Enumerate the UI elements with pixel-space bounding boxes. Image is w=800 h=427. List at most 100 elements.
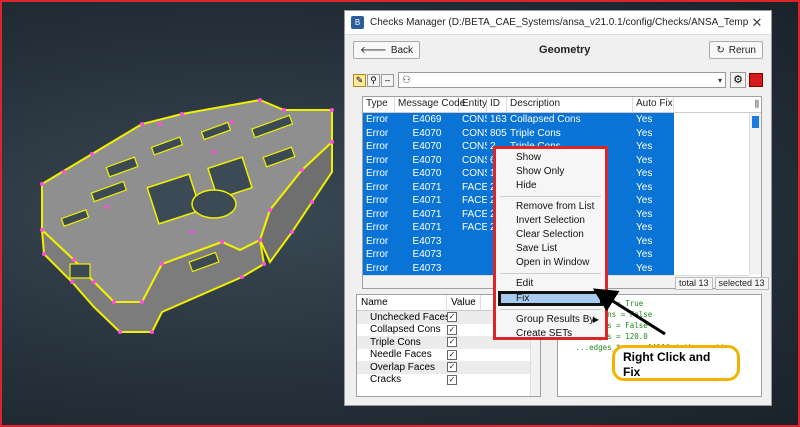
cell-type: Error bbox=[366, 181, 389, 193]
page-title: Geometry bbox=[539, 44, 591, 56]
menu-item-show-only[interactable]: Show Only bbox=[496, 165, 605, 179]
search-input[interactable]: ⚇ ▾ bbox=[398, 72, 726, 88]
column-header-type[interactable]: Type bbox=[363, 97, 395, 112]
context-menu: Show Show Only Hide Remove from List Inv… bbox=[493, 146, 608, 340]
table-row[interactable]: Error E4069 CONS163Collapsed Cons Yes bbox=[363, 113, 674, 127]
checkbox[interactable]: ✓ bbox=[447, 349, 457, 360]
magnifier-icon[interactable]: ⚲ bbox=[367, 73, 380, 87]
gear-icon[interactable]: ⚙ bbox=[730, 72, 746, 88]
cell-fix: Yes bbox=[636, 262, 653, 274]
cell-type: Error bbox=[366, 168, 389, 179]
menu-item-clear-selection[interactable]: Clear Selection bbox=[496, 228, 605, 242]
status-bar: total 13 selected 13 bbox=[675, 277, 769, 290]
check-name: Collapsed Cons bbox=[370, 324, 441, 336]
column-chooser-icon[interactable]: ⫼ bbox=[755, 99, 759, 110]
search-person-icon: ⚇ bbox=[402, 74, 411, 86]
cell-type: Error bbox=[366, 195, 389, 206]
cell-entity: FACE bbox=[462, 181, 487, 193]
cell-code: E4070 bbox=[412, 141, 442, 152]
cell-code: E4070 bbox=[412, 127, 442, 139]
cell-entity bbox=[459, 248, 487, 262]
chevron-down-icon[interactable]: ▾ bbox=[718, 76, 722, 85]
cell-entity: CONS bbox=[462, 127, 487, 139]
column-header-description[interactable]: Description bbox=[507, 97, 633, 112]
refresh-icon: ↻ bbox=[716, 44, 725, 56]
submenu-arrow-icon: ▶ bbox=[592, 315, 599, 324]
total-count: total 13 bbox=[675, 277, 713, 290]
menu-item-create-sets[interactable]: Create SETs bbox=[496, 327, 605, 341]
cell-id: 805 bbox=[490, 127, 507, 139]
pencil-icon[interactable]: ✎ bbox=[353, 73, 366, 87]
cell-fix: Yes bbox=[636, 181, 653, 193]
cell-fix: Yes bbox=[636, 154, 653, 166]
color-swatch-button[interactable] bbox=[749, 73, 763, 87]
cell-type: Error bbox=[366, 127, 389, 139]
cell-code: E4071 bbox=[412, 181, 442, 193]
menu-item-hide[interactable]: Hide bbox=[496, 179, 605, 193]
list-item[interactable]: Needle Faces ✓ bbox=[357, 349, 540, 362]
cell-entity: CONS bbox=[462, 154, 487, 166]
menu-item-open-in-window[interactable]: Open in Window bbox=[496, 256, 605, 270]
checkbox[interactable]: ✓ bbox=[447, 362, 457, 373]
column-header-value[interactable]: Value bbox=[447, 295, 481, 310]
cell-type: Error bbox=[366, 141, 389, 152]
cell-fix: Yes bbox=[636, 249, 653, 260]
back-button-label: Back bbox=[390, 44, 414, 56]
column-header-id[interactable]: ID bbox=[487, 97, 507, 112]
arrow-left-icon: 🡐 bbox=[360, 45, 387, 56]
column-header-auto-fix[interactable]: Auto Fix bbox=[633, 97, 674, 112]
cell-desc: Collapsed Cons bbox=[510, 114, 581, 125]
menu-item-invert-selection[interactable]: Invert Selection bbox=[496, 214, 605, 228]
cell-code: E4073 bbox=[412, 235, 442, 247]
cell-id: 163 bbox=[490, 114, 507, 125]
checkbox[interactable]: ✓ bbox=[447, 374, 457, 385]
cell-type: Error bbox=[366, 114, 389, 125]
checkbox[interactable]: ✓ bbox=[447, 312, 457, 323]
cell-fix: Yes bbox=[636, 114, 653, 125]
cell-fix: Yes bbox=[636, 235, 653, 247]
checkbox[interactable]: ✓ bbox=[447, 324, 457, 335]
window-title: Checks Manager (D:/BETA_CAE_Systems/ansa… bbox=[370, 17, 749, 28]
menu-item-remove-from-list[interactable]: Remove from List bbox=[496, 200, 605, 214]
checkbox[interactable]: ✓ bbox=[447, 337, 457, 348]
rerun-button[interactable]: ↻ Rerun bbox=[709, 41, 763, 59]
column-header-name[interactable]: Name bbox=[357, 295, 447, 310]
minus-icon[interactable]: ‒ bbox=[381, 73, 394, 87]
table-row[interactable]: Error E4070 CONS805Triple Cons Yes bbox=[363, 126, 674, 140]
vertical-scrollbar[interactable] bbox=[749, 113, 761, 275]
menu-item-show[interactable]: Show bbox=[496, 151, 605, 165]
menu-separator bbox=[500, 196, 601, 197]
list-item[interactable]: Cracks ✓ bbox=[357, 374, 540, 387]
column-header-message-code[interactable]: Message Code bbox=[395, 97, 465, 112]
title-bar[interactable]: B Checks Manager (D:/BETA_CAE_Systems/an… bbox=[345, 11, 771, 35]
menu-item-fix[interactable]: Fix bbox=[498, 291, 603, 306]
menu-item-save-list[interactable]: Save List bbox=[496, 242, 605, 256]
check-name: Needle Faces bbox=[370, 349, 432, 361]
rerun-button-label: Rerun bbox=[728, 44, 756, 56]
scrollbar-thumb[interactable] bbox=[752, 116, 759, 128]
check-name: Triple Cons bbox=[370, 336, 421, 348]
cell-type: Error bbox=[366, 262, 389, 274]
table-header: Type Message Code Entity ID Description … bbox=[363, 97, 761, 113]
list-item[interactable]: Overlap Faces ✓ bbox=[357, 361, 540, 374]
column-header-entity[interactable]: Entity bbox=[459, 97, 487, 112]
cell-type: Error bbox=[366, 222, 389, 233]
menu-separator bbox=[500, 309, 601, 310]
navigation-bar: 🡐 Back Geometry ↻ Rerun bbox=[345, 35, 771, 65]
close-icon[interactable]: ✕ bbox=[749, 15, 765, 31]
menu-item-edit[interactable]: Edit bbox=[496, 277, 605, 291]
check-name: Overlap Faces bbox=[370, 361, 436, 373]
cell-fix: Yes bbox=[636, 222, 653, 233]
back-button[interactable]: 🡐 Back bbox=[353, 41, 421, 59]
cell-entity: FACE bbox=[462, 222, 487, 233]
cell-entity bbox=[459, 262, 487, 276]
cell-fix: Yes bbox=[636, 195, 653, 206]
filter-toolbar: ✎ ⚲ ‒ ⚇ ▾ ⚙ bbox=[345, 69, 771, 91]
cell-code: E4071 bbox=[412, 208, 442, 220]
cell-code: E4071 bbox=[412, 195, 442, 206]
cell-type: Error bbox=[366, 208, 389, 220]
menu-item-group-results-by[interactable]: Group Results By ▶ bbox=[496, 313, 605, 327]
cell-type: Error bbox=[366, 249, 389, 260]
cell-type: Error bbox=[366, 235, 389, 247]
cell-desc: Triple Cons bbox=[510, 127, 561, 139]
